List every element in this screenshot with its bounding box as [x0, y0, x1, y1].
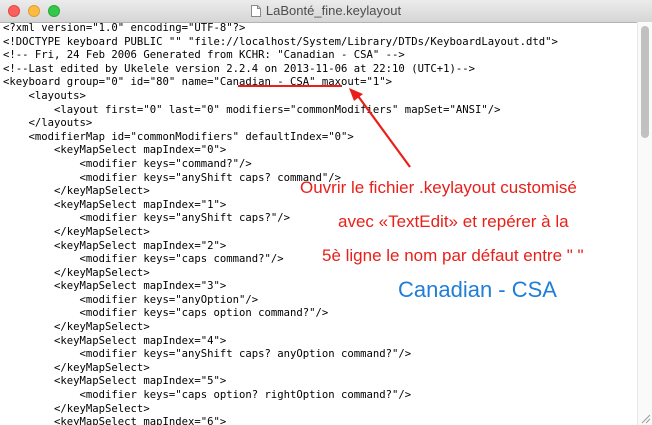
resize-grip-icon[interactable]: [639, 412, 651, 424]
code-line: <layout first="0" last="0" modifiers="co…: [3, 103, 501, 116]
code-line: <!-- Fri, 24 Feb 2006 Generated from KCH…: [3, 49, 405, 62]
code-line: <modifierMap id="commonModifiers" defaul…: [3, 130, 354, 143]
code-line: </layouts>: [3, 117, 93, 130]
code-line: </keyMapSelect>: [3, 402, 150, 415]
textedit-window: LaBonté_fine.keylayout <?xml version="1.…: [0, 0, 652, 425]
code-line: <modifier keys="anyShift caps? anyOption…: [3, 348, 412, 361]
code-line: <modifier keys="command?"/>: [3, 157, 252, 170]
window-title: LaBonté_fine.keylayout: [265, 3, 402, 18]
annotation-line-2: avec «TextEdit» et repérer à la: [338, 212, 569, 231]
code-line: <keyMapSelect mapIndex="5">: [3, 375, 227, 388]
code-line: <modifier keys="caps option? rightOption…: [3, 389, 412, 402]
code-line: <keyMapSelect mapIndex="1">: [3, 198, 227, 211]
code-line: <layouts>: [3, 89, 86, 102]
vertical-scrollbar[interactable]: [637, 22, 652, 425]
code-line: <keyboard group="0" id="80" name="Canadi…: [3, 76, 393, 89]
code-line: <!DOCTYPE keyboard PUBLIC "" "file://loc…: [3, 35, 558, 48]
code-line: <?xml version="1.0" encoding="UTF-8"?>: [3, 22, 246, 34]
scrollbar-thumb[interactable]: [641, 26, 649, 138]
title-bar[interactable]: LaBonté_fine.keylayout: [0, 0, 652, 23]
code-line: <keyMapSelect mapIndex="6">: [3, 416, 227, 425]
annotation-highlight: Canadian - CSA: [398, 277, 557, 302]
code-line: </keyMapSelect>: [3, 361, 150, 374]
document-icon: [250, 5, 261, 17]
code-line: <modifier keys="caps option command?"/>: [3, 307, 329, 320]
annotation-line-3: 5è ligne le nom par défaut entre " ": [322, 246, 584, 265]
code-line: <!--Last edited by Ukelele version 2.2.4…: [3, 62, 475, 75]
window-title-group: LaBonté_fine.keylayout: [0, 0, 652, 22]
code-line: <keyMapSelect mapIndex="4">: [3, 334, 227, 347]
annotation-line-1: Ouvrir le fichier .keylayout customisé: [300, 178, 577, 197]
code-line: </keyMapSelect>: [3, 321, 150, 334]
code-line: <keyMapSelect mapIndex="0">: [3, 144, 227, 157]
